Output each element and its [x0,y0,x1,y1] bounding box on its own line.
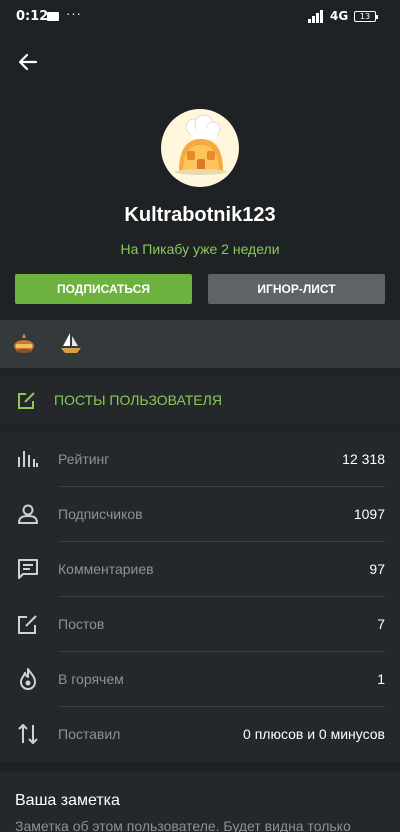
member-since: На Пикабу уже 2 недели [120,241,280,257]
award-ship-icon[interactable] [58,330,84,356]
user-note-section[interactable]: Ваша заметка Заметка об этом пользовател… [0,772,400,832]
comment-icon [18,559,38,579]
flame-icon [20,668,36,690]
stat-value: 97 [369,561,385,577]
note-title: Ваша заметка [15,792,120,809]
stat-row-votes: Поставил 0 плюсов и 0 минусов [0,707,400,762]
stat-row-subscribers[interactable]: Подписчиков 1097 [0,487,400,542]
person-icon [18,504,38,524]
stat-row-posts[interactable]: Постов 7 [0,597,400,652]
stat-label: Рейтинг [58,451,110,467]
stat-value: 7 [377,616,385,632]
avatar-house-chef-icon [175,114,227,175]
stat-value: 12 318 [342,451,385,467]
stat-row-rating: Рейтинг 12 318 [0,432,400,487]
back-arrow-icon [18,53,38,71]
stat-label: Постов [58,616,105,632]
stats-list: Рейтинг 12 318 Подписчиков 1097 Коммента… [0,432,400,762]
stat-row-comments[interactable]: Комментариев 97 [0,542,400,597]
award-1000-icon[interactable] [11,330,37,356]
message-icon [47,12,59,21]
stat-label: Подписчиков [58,506,143,522]
network-type: 4G [330,9,349,23]
username: Kultrabotnik123 [124,204,276,226]
avatar [161,109,239,187]
signal-icon [308,10,326,23]
awards-bar [0,320,400,368]
battery-icon: 13 [354,11,378,22]
stat-value: 1097 [353,506,385,522]
stat-label: Комментариев [58,561,154,577]
user-posts-link[interactable]: ПОСТЫ ПОЛЬЗОВАТЕЛЯ [0,376,400,424]
status-time: 0:12 [16,9,49,24]
back-button[interactable] [14,48,42,76]
rating-icon [18,451,38,467]
status-bar: 0:12 ··· 4G 13 [0,0,400,34]
ignore-list-button[interactable]: ИГНОР-ЛИСТ [208,274,385,304]
subscribe-button[interactable]: ПОДПИСАТЬСЯ [15,274,192,304]
stat-value: 0 плюсов и 0 минусов [243,726,385,742]
sort-arrows-icon [18,724,38,744]
note-input[interactable]: Заметка об этом пользователе. Будет видн… [15,818,351,832]
stat-value: 1 [377,671,385,687]
stat-label: В горячем [58,671,124,687]
edit-icon [18,615,37,634]
edit-icon [18,392,35,409]
user-posts-label: ПОСТЫ ПОЛЬЗОВАТЕЛЯ [54,392,222,408]
stat-label: Поставил [58,726,121,742]
more-notifications-icon: ··· [66,6,82,21]
stat-row-hot[interactable]: В горячем 1 [0,652,400,707]
